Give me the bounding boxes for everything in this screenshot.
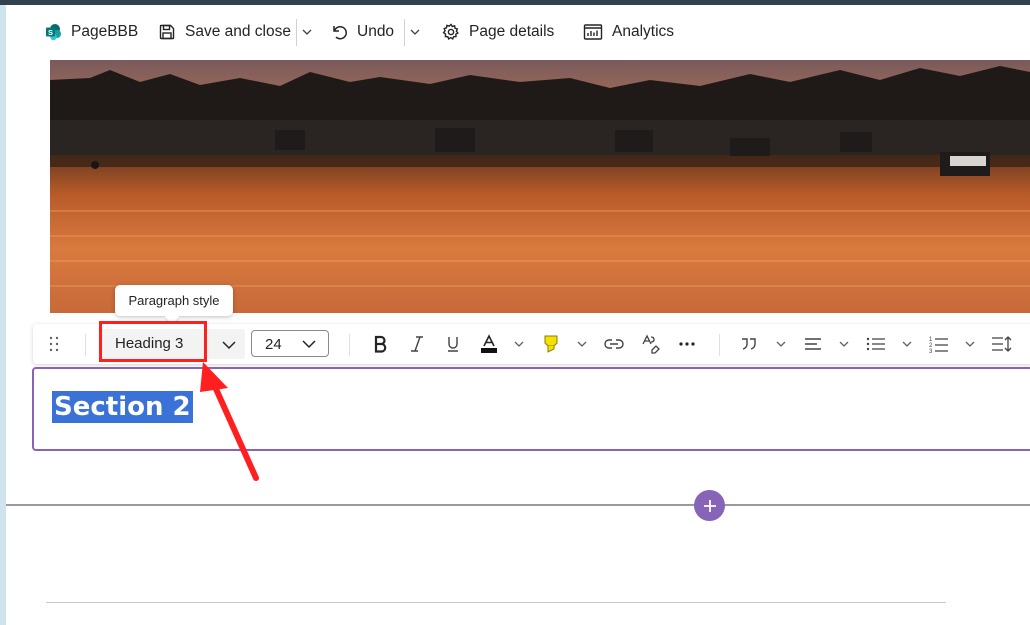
save-options-chevron-icon[interactable] bbox=[300, 25, 314, 39]
analytics-button[interactable]: Analytics bbox=[583, 17, 674, 47]
divider bbox=[404, 19, 405, 46]
command-bar: S PageBBB Save and close Undo Page detai… bbox=[6, 5, 1030, 60]
left-rail bbox=[0, 5, 6, 625]
quote-icon[interactable] bbox=[736, 324, 762, 364]
divider bbox=[296, 19, 297, 46]
highlight-icon[interactable] bbox=[538, 324, 564, 364]
paragraph-style-tooltip: Paragraph style bbox=[115, 285, 233, 316]
line-spacing-icon[interactable] bbox=[989, 324, 1015, 364]
bottom-divider bbox=[46, 602, 946, 603]
page-details-label: Page details bbox=[469, 23, 555, 40]
section-heading[interactable]: Section 2 bbox=[52, 391, 193, 423]
gripper-icon[interactable] bbox=[47, 324, 61, 364]
clear-format-icon[interactable] bbox=[638, 324, 664, 364]
align-chevron-icon[interactable] bbox=[838, 338, 850, 350]
divider bbox=[719, 334, 720, 356]
gear-icon bbox=[442, 23, 460, 41]
plus-icon bbox=[703, 499, 716, 512]
svg-text:3: 3 bbox=[929, 349, 933, 353]
page-name-label: PageBBB bbox=[71, 23, 139, 40]
font-color-chevron-icon[interactable] bbox=[513, 338, 525, 350]
sharepoint-icon: S bbox=[44, 23, 62, 41]
save-and-close-label: Save and close bbox=[185, 23, 291, 40]
highlight-chevron-icon[interactable] bbox=[576, 338, 588, 350]
save-icon bbox=[158, 23, 176, 41]
bullet-list-chevron-icon[interactable] bbox=[901, 338, 913, 350]
link-icon[interactable] bbox=[601, 324, 627, 364]
more-icon[interactable] bbox=[674, 324, 700, 364]
bold-icon[interactable] bbox=[367, 324, 393, 364]
chevron-down-icon bbox=[302, 340, 316, 349]
analytics-label: Analytics bbox=[612, 23, 675, 40]
hero-image[interactable] bbox=[50, 60, 1030, 313]
font-color-icon[interactable] bbox=[476, 324, 502, 364]
numbered-list-chevron-icon[interactable] bbox=[964, 338, 976, 350]
quote-chevron-icon[interactable] bbox=[775, 338, 787, 350]
undo-icon bbox=[330, 23, 348, 41]
divider bbox=[85, 334, 86, 356]
section-divider bbox=[6, 504, 1030, 506]
italic-icon[interactable] bbox=[404, 324, 430, 364]
analytics-icon bbox=[583, 23, 603, 41]
page-details-button[interactable]: Page details bbox=[442, 17, 554, 47]
save-and-close-button[interactable]: Save and close bbox=[158, 17, 291, 47]
bullet-list-icon[interactable] bbox=[863, 324, 889, 364]
page-name-button[interactable]: S PageBBB bbox=[44, 17, 138, 47]
undo-options-chevron-icon[interactable] bbox=[408, 25, 422, 39]
tooltip-text: Paragraph style bbox=[128, 293, 220, 308]
align-icon[interactable] bbox=[800, 324, 826, 364]
underline-icon[interactable] bbox=[440, 324, 466, 364]
numbered-list-icon[interactable]: 123 bbox=[926, 324, 952, 364]
add-section-button[interactable] bbox=[694, 490, 725, 521]
divider bbox=[349, 334, 350, 356]
text-web-part[interactable]: Section 2 bbox=[32, 367, 1030, 451]
undo-button[interactable]: Undo bbox=[330, 17, 394, 47]
svg-text:S: S bbox=[48, 28, 53, 37]
annotation-arrow bbox=[200, 362, 259, 481]
undo-label: Undo bbox=[357, 23, 395, 40]
